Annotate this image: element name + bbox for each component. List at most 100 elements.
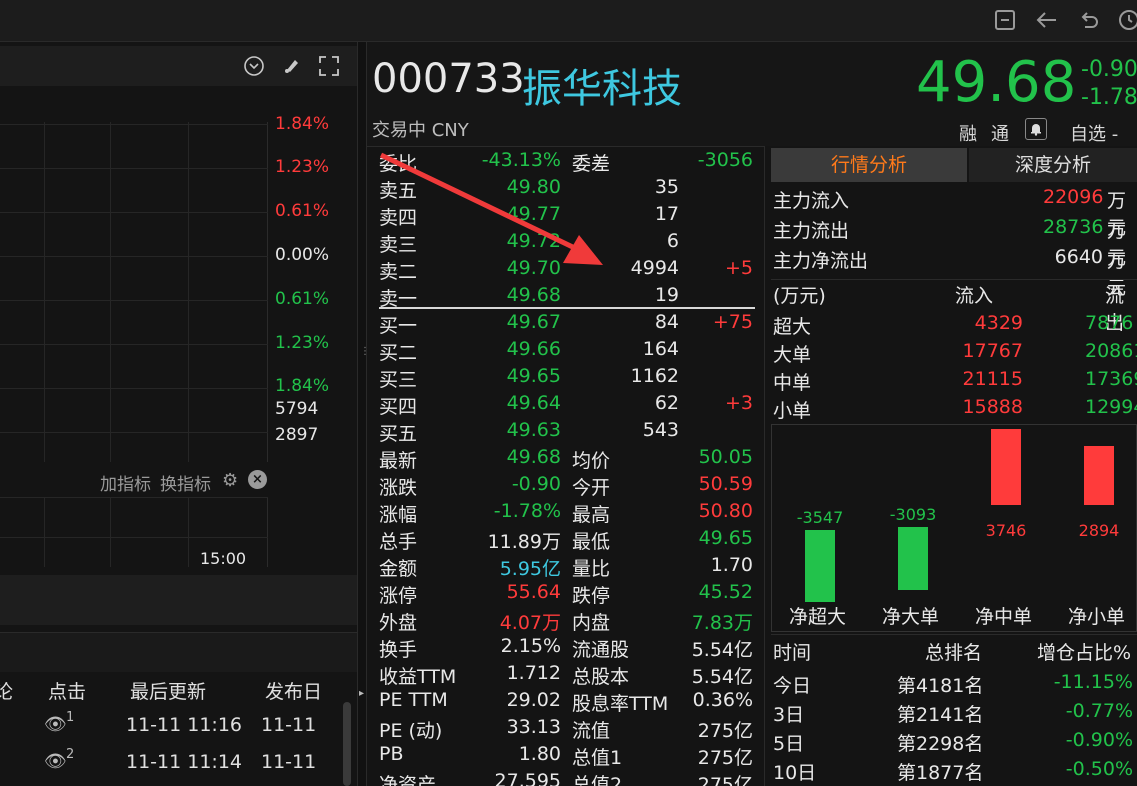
ask-price: 49.68 (506, 284, 561, 306)
bid-row-1[interactable]: 买一 49.67 84 +75 (367, 311, 765, 338)
column-header-updated[interactable]: 最后更新 (130, 677, 206, 704)
bid-row-4[interactable]: 买四 49.64 62 +3 (367, 392, 765, 419)
close-icon[interactable]: × (248, 470, 267, 489)
stat-value: 1.70 (710, 554, 753, 576)
stat-value: 2.15% (500, 635, 561, 657)
undo-icon[interactable] (1076, 8, 1102, 34)
stat-value: 1.712 (506, 662, 561, 684)
stat-row: 净资产 27.595 总值2 275亿 (367, 770, 765, 786)
indicator-chart[interactable]: 15:00 (0, 497, 268, 568)
panel-splitter[interactable]: ⋮ ▸ (357, 42, 370, 786)
bell-icon[interactable] (1025, 118, 1047, 140)
stat-label: PE TTM (379, 689, 448, 711)
view-count: 1 (66, 710, 75, 725)
eye-icon: 👁 (44, 751, 67, 772)
flow-in-value: 15888 (962, 396, 1023, 418)
flow-row-label: 大单 (773, 344, 812, 366)
pct-label: 1.84% (275, 376, 330, 396)
bid-label: 买二 (379, 342, 418, 364)
rank-header: 总排名 (925, 642, 983, 664)
column-header-click[interactable]: 点击 (48, 677, 86, 704)
list-header: 论 点击 最后更新 发布日 (0, 632, 357, 703)
net-flow-bar (1084, 446, 1114, 505)
analysis-panel: 行情分析 深度分析 主力流入 22096 万元 主力流出 28736 万元 主力净流出 664… (767, 146, 1137, 786)
bid-delta: +75 (712, 311, 753, 333)
rank-pct: -0.77% (1065, 700, 1133, 722)
save-icon[interactable] (992, 8, 1018, 34)
stat-value: 45.52 (698, 581, 753, 603)
stat-label: 总值2 (572, 774, 623, 786)
stat-label: 换手 (379, 639, 418, 661)
updated-time: 11-11 11:16 (126, 714, 243, 736)
rank-value: 第2298名 (897, 733, 984, 755)
ask-volume: 17 (654, 203, 679, 225)
switch-indicator-button[interactable]: 换指标 (160, 470, 211, 495)
stat-label: 净资产 (379, 774, 437, 786)
bid-volume: 84 (654, 311, 679, 333)
stat-value: 50.80 (698, 500, 753, 522)
bid-row-3[interactable]: 买三 49.65 1162 (367, 365, 765, 392)
stat-label: PB (379, 743, 404, 765)
bid-row-2[interactable]: 买二 49.66 164 (367, 338, 765, 365)
stat-value: 275亿 (697, 774, 753, 786)
column-header: 论 (0, 681, 14, 703)
bid-label: 买五 (379, 423, 418, 445)
net-flow-name: 净超大 (789, 606, 847, 628)
net-flow-name: 净小单 (1068, 606, 1126, 628)
bid-price: 49.63 (506, 419, 561, 441)
bid-delta: +3 (724, 392, 753, 414)
stat-label: 流通股 (572, 639, 630, 661)
list-item[interactable]: 👁 2 11-11 11:14 11-11 (0, 747, 345, 781)
published-date: 11-11 (261, 714, 317, 736)
stat-value: 4.07万 (499, 612, 561, 634)
stat-label: 流值 (572, 720, 611, 742)
pct-label: 0.61% (275, 201, 330, 221)
flow-row-label: 超大 (773, 316, 812, 338)
back-arrow-icon[interactable] (1034, 8, 1060, 34)
watchlist-button[interactable]: 自选 - (1070, 120, 1119, 147)
add-indicator-button[interactable]: 加指标 (100, 470, 151, 495)
rank-pct: -0.50% (1065, 758, 1133, 780)
flow-row-label: 小单 (773, 400, 812, 422)
tab-depth-analysis[interactable]: 深度分析 (969, 148, 1137, 182)
stock-header: 000733 振华科技 交易中 CNY 49.68 -0.90 -1.78 融 … (367, 42, 1137, 147)
list-item[interactable]: 👁 1 11-11 11:16 11-11 (0, 710, 345, 744)
margin-button[interactable]: 融 (959, 120, 977, 146)
bid-row-5[interactable]: 买五 49.63 543 (367, 419, 765, 446)
eye-icon: 👁 (44, 714, 67, 735)
chevron-down-icon[interactable] (242, 55, 266, 79)
rank-value: 第2141名 (897, 704, 984, 726)
stat-label: 量比 (572, 558, 611, 580)
stat-label: 涨停 (379, 585, 418, 607)
brush-icon[interactable] (280, 55, 304, 79)
price-chart-grid[interactable] (0, 122, 268, 462)
flow-in-value: 4329 (974, 312, 1023, 334)
stat-value: 50.59 (698, 473, 753, 495)
net-flow-bar (898, 526, 928, 590)
indicator-bar: 加指标 换指标 ⚙ × (0, 462, 268, 502)
net-flow-value: -3093 (889, 504, 937, 524)
rank-pct: -0.90% (1065, 729, 1133, 751)
connect-button[interactable]: 通 (991, 120, 1009, 146)
stat-value: 33.13 (506, 716, 561, 738)
flow-in-value: 21115 (962, 368, 1023, 390)
annotation-arrow (379, 152, 603, 265)
rank-time: 5日 (773, 733, 805, 755)
flow-out-value: 20861 (1085, 340, 1137, 362)
price-change: -0.90 -1.78 (1081, 56, 1137, 112)
column-header-published[interactable]: 发布日 (265, 677, 322, 704)
stat-value: 5.54亿 (691, 639, 753, 661)
stat-row: 最新 49.68 均价 50.05 (367, 446, 765, 473)
view-count: 2 (66, 747, 75, 762)
net-flow-chart[interactable]: -3547 -3093 3746 2894 (771, 424, 1137, 632)
rank-value: 第4181名 (897, 675, 984, 697)
fullscreen-icon[interactable] (317, 55, 341, 79)
flow-value: 6640 (1054, 246, 1103, 268)
history-icon[interactable] (1116, 8, 1137, 34)
stat-value: 29.02 (506, 689, 561, 711)
ask-volume: 4994 (630, 257, 679, 279)
gear-icon[interactable]: ⚙ (222, 470, 238, 491)
list-scrollbar[interactable] (343, 702, 351, 786)
tab-market-analysis[interactable]: 行情分析 (771, 148, 967, 182)
stat-label: 总值1 (572, 747, 623, 769)
